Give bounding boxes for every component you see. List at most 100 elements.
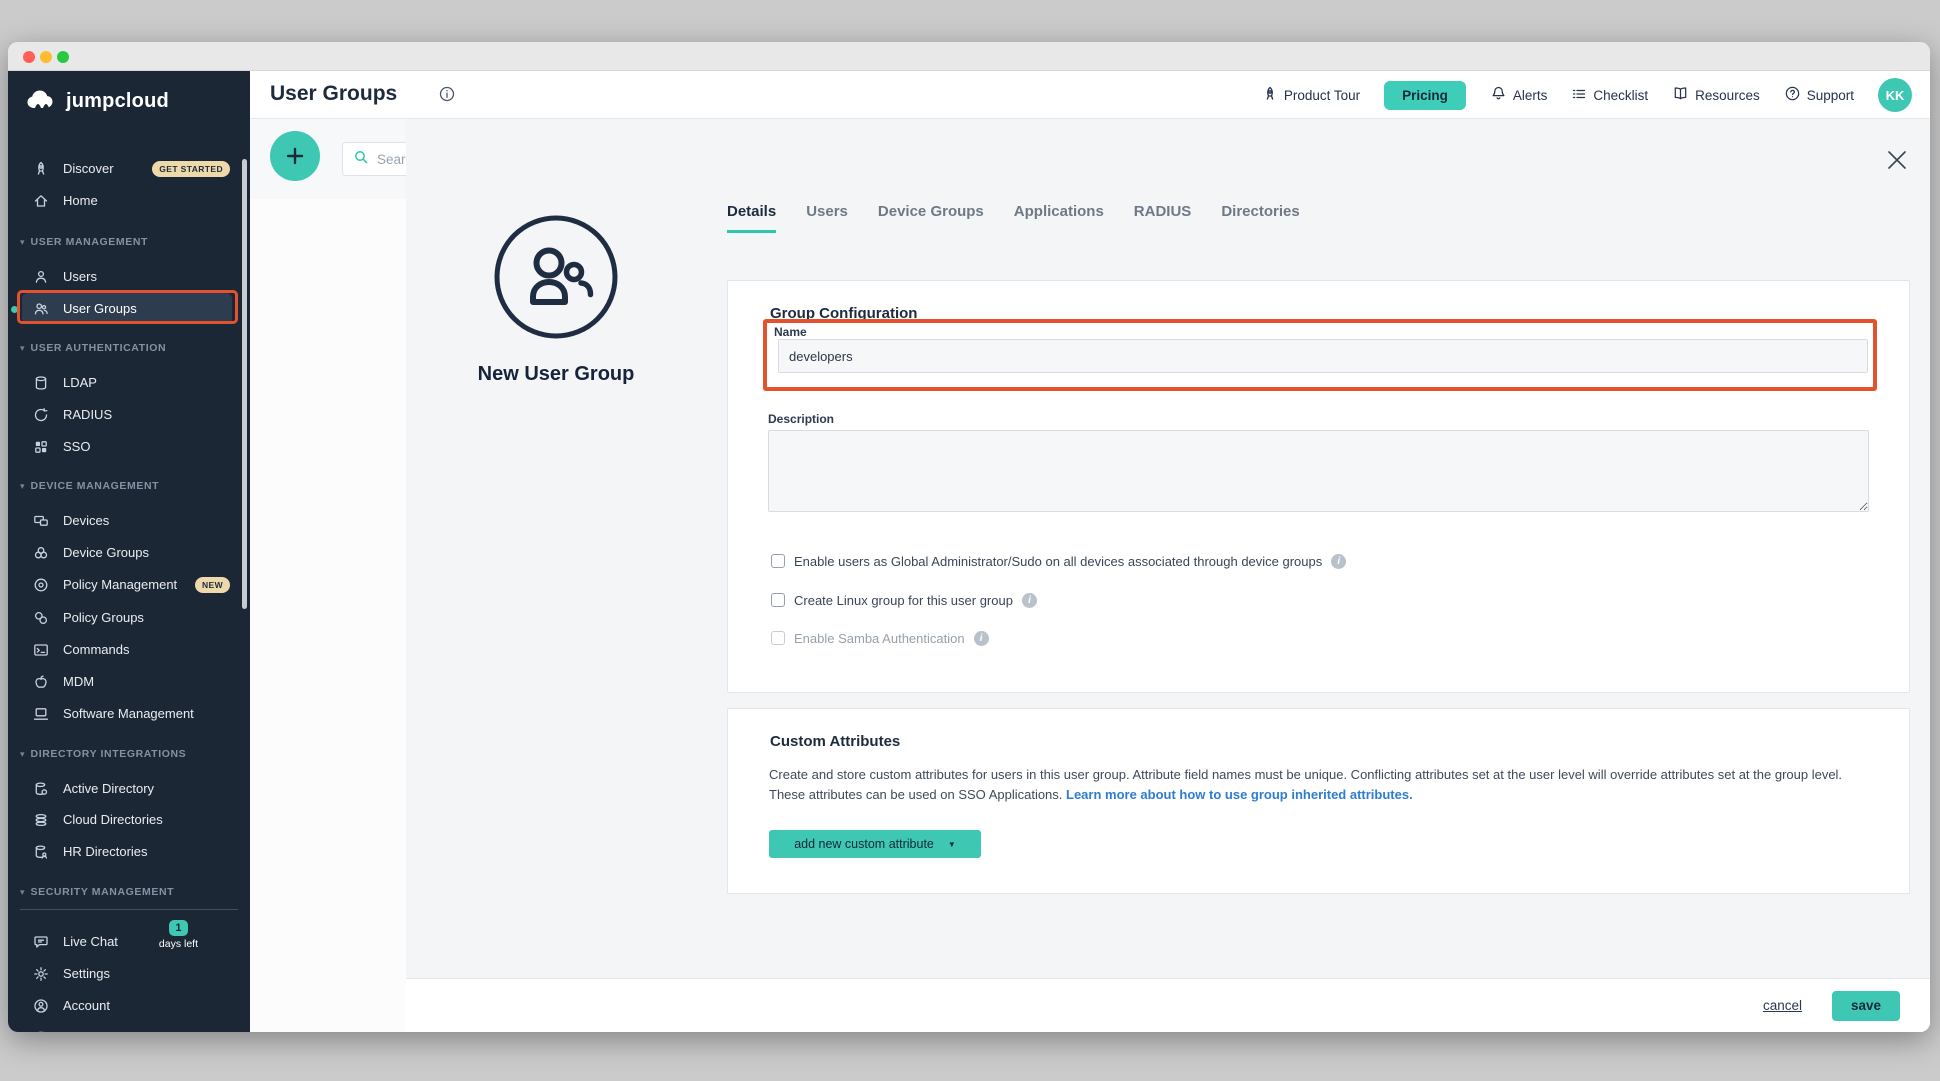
sidebar-item-users[interactable]: Users [8,261,250,292]
sidebar-item-discover[interactable]: Discover GET STARTED [8,153,250,184]
sidebar-item-policy-groups[interactable]: Policy Groups [8,602,250,633]
directory-icon [33,781,49,797]
circles-icon [33,610,49,626]
laptop-icon [33,706,49,722]
pricing-button[interactable]: Pricing [1384,81,1466,110]
sidebar-divider [20,909,238,910]
chevron-down-icon: ▾ [20,343,25,354]
logo-wordmark: jumpcloud [66,90,169,113]
modal-entity-label: New User Group [406,363,706,386]
user-icon [33,269,49,285]
chat-icon [33,934,49,950]
modal-footer: cancel save [406,978,1930,1032]
collapse-icon [33,1030,49,1033]
sidebar-item-hr-directories[interactable]: HR Directories [8,836,250,867]
app-window: jumpcloud Discover GET STARTED Home ▾ US… [8,42,1930,1032]
sidebar-item-live-chat[interactable]: Live Chat 1 days left [8,926,250,957]
sidebar-item-active-directory[interactable]: Active Directory [8,773,250,804]
book-icon [1672,85,1689,105]
resources-button[interactable]: Resources [1672,85,1760,105]
checklist-icon [1571,86,1587,105]
inherited-attributes-link[interactable]: Learn more about how to use group inheri… [1066,787,1413,802]
sidebar-item-settings[interactable]: Settings [8,958,250,989]
hr-directory-icon [33,844,49,860]
add-user-group-button[interactable] [270,131,320,181]
support-button[interactable]: Support [1784,85,1854,105]
tab-applications[interactable]: Applications [1014,203,1104,233]
info-icon[interactable] [438,85,456,103]
trial-countdown: 1 days left [159,920,198,950]
home-icon [33,193,49,209]
sidebar-section-security-management[interactable]: ▾ SECURITY MANAGEMENT [8,879,250,905]
sidebar-item-radius[interactable]: RADIUS [8,399,250,430]
database-icon [33,375,49,391]
checkbox-global-administrator[interactable]: Enable users as Global Administrator/Sud… [771,551,1346,571]
sidebar-item-home[interactable]: Home [8,185,250,216]
sidebar-item-account[interactable]: Account [8,990,250,1021]
checkbox-icon[interactable] [771,593,785,607]
tab-directories[interactable]: Directories [1221,203,1299,233]
avatar[interactable]: KK [1878,78,1912,112]
days-left-badge: 1 [169,920,187,936]
tab-device-groups[interactable]: Device Groups [878,203,984,233]
group-configuration-card: Group Configuration Name Description Ena… [727,280,1910,693]
sidebar-item-commands[interactable]: Commands [8,634,250,665]
modal-tabs: Details Users Device Groups Applications… [727,203,1300,233]
search-icon [353,149,369,170]
close-icon[interactable] [1884,147,1910,173]
sidebar-item-collapse-menu[interactable]: Collapse Menu [8,1022,250,1032]
zoom-window-button[interactable] [57,51,69,63]
sidebar-item-mdm[interactable]: MDM [8,666,250,697]
product-tour-button[interactable]: Product Tour [1262,86,1360,105]
sidebar-item-devices[interactable]: Devices [8,505,250,536]
sidebar-section-user-management[interactable]: ▾ USER MANAGEMENT [8,229,250,255]
checkbox-icon[interactable] [771,554,785,568]
tab-details[interactable]: Details [727,203,776,233]
tab-radius[interactable]: RADIUS [1134,203,1192,233]
cancel-button[interactable]: cancel [1763,998,1802,1013]
sidebar-item-cloud-directories[interactable]: Cloud Directories [8,804,250,835]
sidebar-item-user-groups[interactable]: User Groups [22,293,232,324]
gear-icon [33,966,49,982]
window-titlebar [8,42,1930,71]
info-icon[interactable]: i [1022,593,1037,608]
sidebar-section-user-authentication[interactable]: ▾ USER AUTHENTICATION [8,335,250,361]
header-actions: Product Tour Pricing Alerts Checklist Re… [1262,71,1912,119]
sidebar-item-ldap[interactable]: LDAP [8,367,250,398]
info-icon[interactable]: i [1331,554,1346,569]
grid-icon [33,439,49,455]
new-badge: NEW [195,577,230,593]
minimize-window-button[interactable] [40,51,52,63]
sidebar-item-policy-management[interactable]: Policy Management NEW [8,569,250,600]
tab-users[interactable]: Users [806,203,848,233]
chevron-down-icon: ▾ [20,887,25,898]
alerts-button[interactable]: Alerts [1490,85,1548,105]
sidebar-item-software-management[interactable]: Software Management [8,698,250,729]
user-group-circle-icon [491,212,621,347]
sidebar-item-sso[interactable]: SSO [8,431,250,462]
checkbox-linux-group[interactable]: Create Linux group for this user group i [771,590,1037,610]
save-button[interactable]: save [1832,991,1900,1021]
sidebar-item-device-groups[interactable]: Device Groups [8,537,250,568]
jumpcloud-logo[interactable]: jumpcloud [26,87,169,116]
bell-icon [1490,85,1507,105]
description-textarea[interactable] [768,430,1869,512]
custom-attributes-card: Custom Attributes Create and store custo… [727,708,1910,894]
new-user-group-modal: New User Group Details Users Device Grou… [406,119,1930,1032]
checkbox-samba-authentication[interactable]: Enable Samba Authentication i [771,628,989,648]
devices-icon [33,513,49,529]
checklist-button[interactable]: Checklist [1571,86,1648,105]
close-window-button[interactable] [23,51,35,63]
info-icon[interactable]: i [974,631,989,646]
checkbox-icon[interactable] [771,631,785,645]
group-name-input[interactable] [778,339,1868,373]
stack-icon [33,812,49,828]
venn-icon [33,545,49,561]
sidebar-scrollbar[interactable] [242,159,247,609]
terminal-icon [33,642,49,658]
page-title: User Groups [270,82,397,106]
custom-attributes-heading: Custom Attributes [770,733,900,750]
sidebar-section-directory-integrations[interactable]: ▾ DIRECTORY INTEGRATIONS [8,741,250,767]
add-custom-attribute-button[interactable]: add new custom attribute ▼ [769,830,981,858]
sidebar-section-device-management[interactable]: ▾ DEVICE MANAGEMENT [8,473,250,499]
